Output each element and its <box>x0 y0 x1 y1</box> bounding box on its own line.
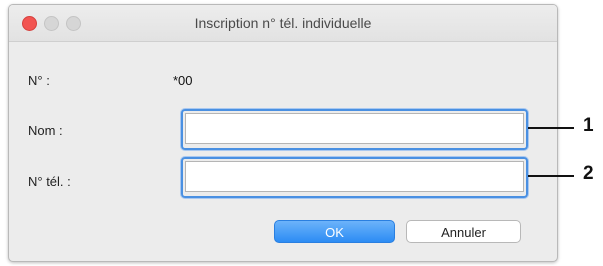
title-bar: Inscription n° tél. individuelle <box>9 5 557 42</box>
callout-number-2: 2 <box>583 163 594 184</box>
window-title: Inscription n° tél. individuelle <box>194 15 372 31</box>
phone-input[interactable] <box>185 161 524 192</box>
callout-line-1 <box>528 127 574 129</box>
callout-number-1: 1 <box>583 115 594 136</box>
callout-line-2 <box>528 175 574 177</box>
cancel-button[interactable]: Annuler <box>406 220 521 243</box>
phone-label: N° tél. : <box>28 174 71 189</box>
name-label: Nom : <box>28 123 63 138</box>
number-value: *00 <box>173 73 193 88</box>
ok-button[interactable]: OK <box>274 220 395 243</box>
number-label: N° : <box>28 73 50 88</box>
name-input[interactable] <box>185 113 524 144</box>
dialog-window: Inscription n° tél. individuelle N° : *0… <box>8 4 558 262</box>
